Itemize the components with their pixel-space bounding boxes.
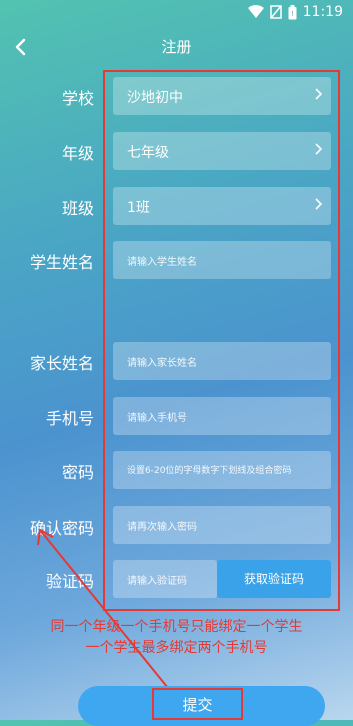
annotation-arrow bbox=[37, 528, 169, 689]
submit-label: 提交 bbox=[182, 696, 213, 714]
annotation-line-1: 同一个年级一个手机号只能绑定一个学生 bbox=[50, 619, 303, 635]
annotation-line-2: 一个学生最多绑定两个手机号 bbox=[85, 640, 268, 656]
